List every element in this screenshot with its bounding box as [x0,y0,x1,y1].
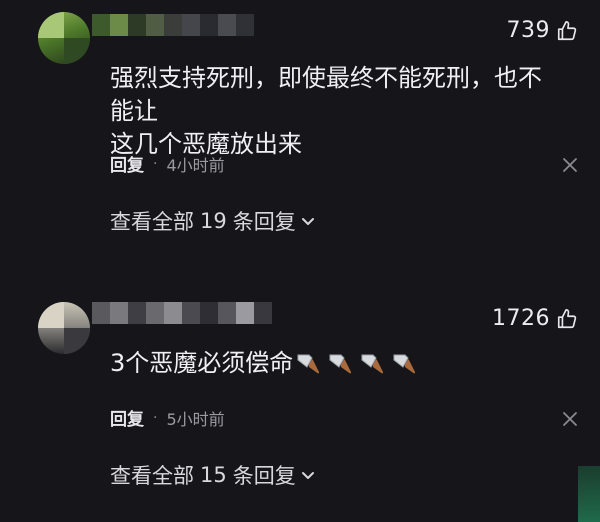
comment-item: 1726 3个恶魔必须偿命 回复 · 5小时前 查看全部 15 条回复 [0,292,600,522]
like-count: 1726 [492,306,550,331]
avatar-mosaic [64,328,90,354]
comment-timestamp: 4小时前 [166,155,225,175]
thumb-up-icon[interactable] [556,308,578,330]
avatar-mosaic [38,302,64,328]
view-replies-suffix: 条回复 [232,210,296,234]
like-control[interactable]: 739 [507,18,579,43]
reply-count: 19 [200,209,227,233]
view-replies-prefix: 查看全部 [110,210,194,234]
view-all-replies-link[interactable]: 查看全部 15 条回复 [110,460,316,490]
thumb-up-icon[interactable] [556,20,578,42]
close-icon[interactable] [560,409,580,429]
reply-button[interactable]: 回复 [110,151,144,176]
view-all-replies-link[interactable]: 查看全部 19 条回复 [110,206,316,236]
chevron-down-icon [296,467,316,483]
comment-text-content: 3个恶魔必须偿命 [110,349,294,377]
avatar[interactable] [38,12,90,64]
close-icon[interactable] [560,155,580,175]
avatar-mosaic [64,38,90,64]
reply-count: 15 [200,463,227,487]
avatar[interactable] [38,302,90,354]
view-replies-prefix: 查看全部 [110,464,194,488]
chevron-down-icon [296,213,316,229]
username-redacted[interactable] [92,302,272,324]
comment-text: 强烈支持死刑，即使最终不能死刑，也不能让 这几个恶魔放出来 [110,64,542,158]
meta-separator: · [153,409,158,426]
comment-meta: 回复 · 4小时前 [110,151,225,177]
username-redacted[interactable] [92,14,254,36]
scroll-edge-indicator [578,466,600,522]
cleaver-icon [359,351,385,377]
comment-timestamp: 5小时前 [166,409,225,429]
like-control[interactable]: 1726 [492,306,578,331]
meta-separator: · [153,155,158,172]
cleaver-icon [295,351,321,377]
cleaver-icon [391,351,417,377]
reply-button[interactable]: 回复 [110,405,144,430]
comment-meta: 回复 · 5小时前 [110,405,225,431]
comment-item: 739 强烈支持死刑，即使最终不能死刑，也不能让 这几个恶魔放出来 回复 · 4… [0,0,600,270]
avatar-mosaic [38,12,64,38]
view-replies-suffix: 条回复 [232,464,296,488]
emoji-row [295,351,417,377]
comment-text: 3个恶魔必须偿命 [110,347,550,380]
cleaver-icon [327,351,353,377]
like-count: 739 [506,18,550,43]
